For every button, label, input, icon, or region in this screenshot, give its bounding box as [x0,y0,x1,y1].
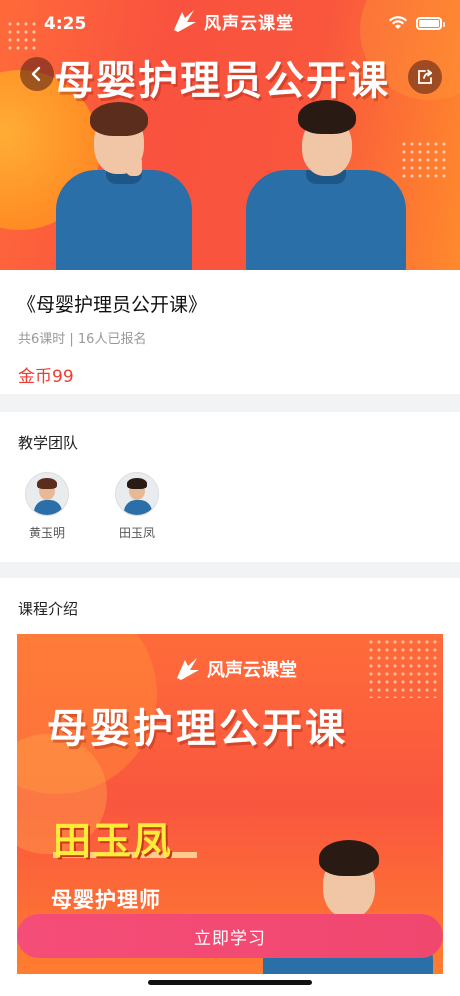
poster-brand-name: 风声云课堂 [207,660,297,681]
poster-brand: 风声云课堂 [173,656,297,682]
status-bar: 4:25 [0,0,460,44]
decor-dots [400,140,450,180]
course-price: 金币99 [18,367,74,387]
section-title: 教学团队 [18,434,79,452]
chevron-left-icon [31,66,41,82]
course-meta: 共6课时 | 16人已报名 [18,332,147,347]
avatar [115,472,159,516]
share-button[interactable] [408,60,442,94]
brand-logo-icon [177,658,199,680]
wifi-icon [389,16,407,29]
hero-title: 母婴护理员公开课 [54,58,390,104]
home-indicator [148,980,312,985]
poster-teacher-role: 母婴护理师 [51,888,161,912]
instructor-photo-left [56,92,192,270]
teaching-team-section: 教学团队 黄玉明 田玉凤 [0,412,460,562]
status-icons [388,16,445,30]
poster-title: 母婴护理公开课 [47,706,348,752]
course-title: 《母婴护理员公开课》 [17,294,208,316]
share-icon [418,69,433,84]
instructor-photo-right [246,94,406,270]
status-time: 4:25 [44,14,87,34]
course-info-card: 《母婴护理员公开课》 共6课时 | 16人已报名 金币99 [0,270,460,394]
poster-teacher-name: 田玉凤 [53,819,174,863]
teacher-name: 田玉凤 [118,526,155,540]
teacher-name: 黄玉明 [28,526,65,540]
avatar [25,472,69,516]
back-button[interactable] [20,57,54,91]
teacher-item[interactable]: 黄玉明 [12,472,82,541]
start-learning-button[interactable]: 立即学习 [17,914,443,958]
teacher-item[interactable]: 田玉凤 [102,472,172,541]
battery-icon [416,16,445,30]
section-title: 课程介绍 [18,600,79,618]
